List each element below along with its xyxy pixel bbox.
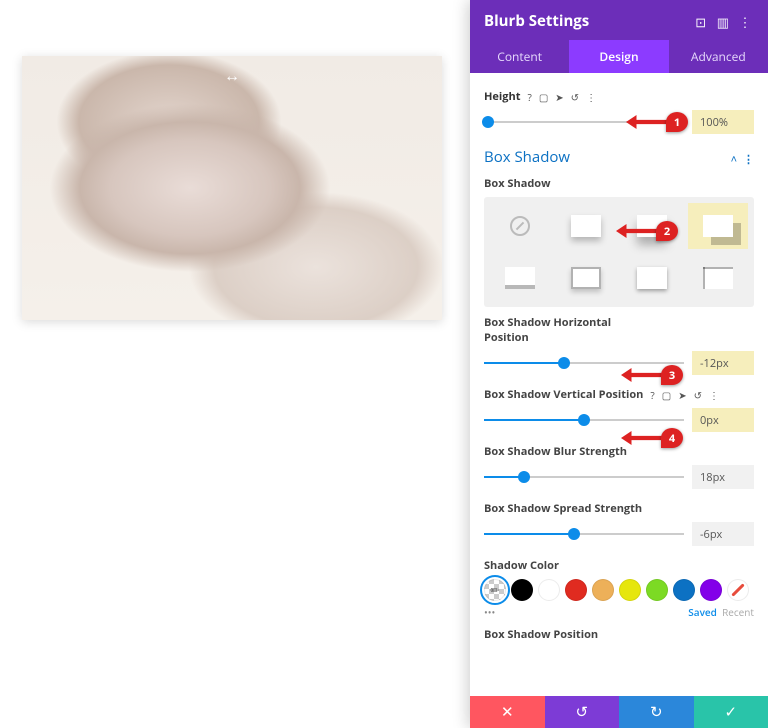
spread-label: Box Shadow Spread Strength bbox=[484, 501, 754, 516]
shadow-presets bbox=[484, 197, 754, 307]
save-button[interactable]: ✓ bbox=[694, 696, 768, 728]
search-icon[interactable]: ⊡ bbox=[692, 13, 710, 31]
horiz-label: Box Shadow Horizontal Position bbox=[484, 315, 624, 345]
height-slider[interactable] bbox=[484, 115, 684, 129]
horiz-value[interactable]: -12px bbox=[692, 351, 754, 375]
swatch-white[interactable] bbox=[538, 579, 560, 601]
vert-row: Box Shadow Vertical Position ? ▢ ➤ ↺ ⋮ bbox=[484, 387, 754, 402]
help-icon[interactable]: ? bbox=[528, 90, 532, 104]
resize-icon[interactable]: ↔ bbox=[224, 64, 240, 86]
undo-button[interactable]: ↺ bbox=[545, 696, 620, 728]
help-icon[interactable]: ? bbox=[650, 388, 654, 402]
spread-slider[interactable] bbox=[484, 527, 684, 541]
panel-title: Blurb Settings bbox=[484, 11, 589, 31]
phone-icon[interactable]: ▢ bbox=[662, 388, 671, 402]
more-icon[interactable]: ⋮ bbox=[586, 90, 596, 104]
shadow-pos-label: Box Shadow Position bbox=[484, 627, 754, 642]
redo-button[interactable]: ↻ bbox=[619, 696, 694, 728]
blur-label: Box Shadow Blur Strength bbox=[484, 444, 754, 459]
section-box-shadow[interactable]: Box Shadow ˄⋮ bbox=[484, 146, 754, 168]
more-icon[interactable]: ⋮ bbox=[709, 388, 719, 402]
reset-icon[interactable]: ↺ bbox=[571, 90, 579, 104]
vert-value[interactable]: 0px bbox=[692, 408, 754, 432]
color-label: Shadow Color bbox=[484, 558, 754, 573]
collapse-icon[interactable]: ˄ bbox=[725, 152, 737, 167]
height-value[interactable]: 100% bbox=[692, 110, 754, 134]
close-button[interactable]: ✕ bbox=[470, 696, 545, 728]
hover-icon[interactable]: ➤ bbox=[678, 388, 686, 402]
preset-6[interactable] bbox=[556, 255, 616, 301]
height-row: Height ? ▢ ➤ ↺ ⋮ bbox=[484, 89, 754, 104]
recent-link[interactable]: Recent bbox=[722, 605, 754, 619]
preset-8[interactable] bbox=[688, 255, 748, 301]
swatch-black[interactable] bbox=[511, 579, 533, 601]
horiz-slider[interactable] bbox=[484, 356, 684, 370]
preset-2[interactable] bbox=[556, 203, 616, 249]
phone-icon[interactable]: ▢ bbox=[539, 90, 548, 104]
swatch-yellow[interactable] bbox=[619, 579, 641, 601]
reset-icon[interactable]: ↺ bbox=[694, 388, 702, 402]
tab-design[interactable]: Design bbox=[569, 40, 668, 73]
preset-3[interactable] bbox=[622, 203, 682, 249]
preset-7[interactable] bbox=[622, 255, 682, 301]
presets-label: Box Shadow bbox=[484, 176, 754, 191]
footer-actions: ✕ ↺ ↻ ✓ bbox=[470, 696, 768, 728]
section-more-icon[interactable]: ⋮ bbox=[737, 152, 754, 167]
preview-image bbox=[22, 56, 442, 320]
settings-panel: Blurb Settings ⊡ ▥ ⋮ Content Design Adva… bbox=[470, 0, 768, 728]
blur-slider[interactable] bbox=[484, 470, 684, 484]
swatch-red[interactable] bbox=[565, 579, 587, 601]
hover-icon[interactable]: ➤ bbox=[555, 90, 563, 104]
module-preview: ↔ bbox=[22, 56, 442, 320]
tab-advanced[interactable]: Advanced bbox=[669, 40, 768, 73]
swatch-none[interactable] bbox=[727, 579, 749, 601]
color-swatches bbox=[484, 579, 754, 601]
preset-none[interactable] bbox=[490, 203, 550, 249]
menu-icon[interactable]: ⋮ bbox=[736, 13, 754, 31]
expand-icon[interactable]: ▥ bbox=[714, 13, 732, 31]
height-label: Height bbox=[484, 89, 521, 104]
swatch-blue[interactable] bbox=[673, 579, 695, 601]
spread-value[interactable]: -6px bbox=[692, 522, 754, 546]
blur-value[interactable]: 18px bbox=[692, 465, 754, 489]
tabs: Content Design Advanced bbox=[470, 40, 768, 73]
swatch-purple[interactable] bbox=[700, 579, 722, 601]
palette-more-icon[interactable]: ••• bbox=[484, 605, 495, 619]
section-title: Box Shadow bbox=[484, 147, 570, 167]
swatch-orange[interactable] bbox=[592, 579, 614, 601]
preset-5[interactable] bbox=[490, 255, 550, 301]
panel-header: Blurb Settings ⊡ ▥ ⋮ Content Design Adva… bbox=[470, 0, 768, 73]
tab-content[interactable]: Content bbox=[470, 40, 569, 73]
saved-link[interactable]: Saved bbox=[688, 605, 717, 619]
vert-label: Box Shadow Vertical Position bbox=[484, 387, 643, 402]
swatch-green[interactable] bbox=[646, 579, 668, 601]
swatch-transparent[interactable] bbox=[484, 579, 506, 601]
vert-slider[interactable] bbox=[484, 413, 684, 427]
preset-4[interactable] bbox=[688, 203, 748, 249]
